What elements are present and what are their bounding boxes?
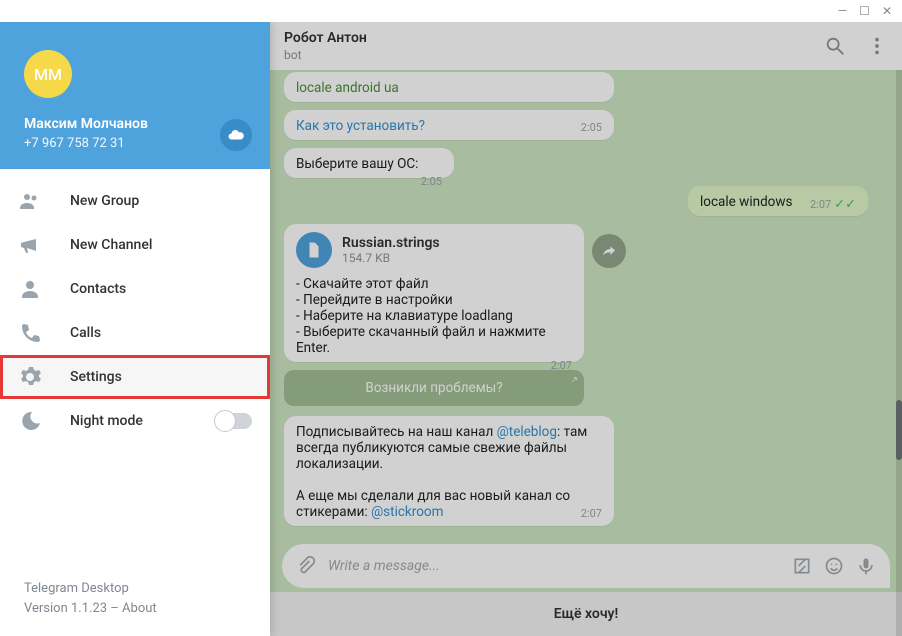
file-size: 154.7 KB xyxy=(342,251,440,265)
menu-item-settings[interactable]: Settings xyxy=(0,355,270,399)
menu-label: Settings xyxy=(70,369,122,385)
app-version[interactable]: Version 1.1.23 – About xyxy=(24,599,246,619)
menu-label: New Channel xyxy=(70,237,152,253)
bot-command-icon[interactable] xyxy=(792,556,812,576)
menu-item-night-mode[interactable]: Night mode xyxy=(0,399,270,443)
message-time: 2:07✓✓ xyxy=(810,197,856,212)
user-name: Максим Молчанов xyxy=(24,116,246,132)
message-text: А еще мы сделали для вас новый канал со … xyxy=(296,488,570,520)
cloud-icon xyxy=(227,126,245,144)
window-maximize[interactable]: ☐ xyxy=(859,4,870,18)
phone-icon xyxy=(18,321,42,345)
menu-label: New Group xyxy=(70,193,139,209)
message-time: 2:05 xyxy=(581,121,602,134)
bot-inline-button[interactable]: Возникли проблемы? xyxy=(284,370,584,406)
menu-item-calls[interactable]: Calls xyxy=(0,311,270,355)
scrollbar-track[interactable] xyxy=(896,70,902,636)
menu-label: Contacts xyxy=(70,281,126,297)
chat-title[interactable]: Робот Антон xyxy=(284,30,367,46)
chat-subtitle: bot xyxy=(284,48,367,62)
message-text: - Скачайте этот файл - Перейдите в настр… xyxy=(296,276,572,356)
mic-icon[interactable] xyxy=(856,556,876,576)
user-phone: +7 967 758 72 31 xyxy=(24,136,246,151)
megaphone-icon xyxy=(18,233,42,257)
drawer-footer: Telegram Desktop Version 1.1.23 – About xyxy=(0,561,270,636)
avatar[interactable]: ММ xyxy=(24,50,72,98)
message-text: locale android ua xyxy=(296,80,399,96)
message-in-code[interactable]: locale android ua xyxy=(284,72,614,102)
message-text: Подписывайтесь на наш канал @teleblog: т… xyxy=(296,424,587,472)
message-time: 2:07 xyxy=(581,507,602,520)
message-in[interactable]: Выберите вашу ОС: 2:05 xyxy=(284,148,454,178)
file-download-icon[interactable] xyxy=(296,232,332,268)
message-text: Выберите вашу ОС: xyxy=(296,156,418,172)
drawer-menu: ММ Максим Молчанов +7 967 758 72 31 New … xyxy=(0,22,270,636)
menu-label: Calls xyxy=(70,325,101,341)
read-checks-icon: ✓✓ xyxy=(834,197,856,212)
night-mode-toggle[interactable] xyxy=(216,413,252,429)
mention-link[interactable]: @teleblog xyxy=(497,424,557,440)
message-link[interactable]: Как это установить? xyxy=(296,118,425,134)
external-icon xyxy=(568,376,578,386)
saved-messages-button[interactable] xyxy=(220,119,252,151)
message-in-file[interactable]: Russian.strings 154.7 KB - Скачайте этот… xyxy=(284,224,584,362)
menu-label: Night mode xyxy=(70,413,143,429)
chat-header: Робот Антон bot xyxy=(270,22,902,70)
attach-icon[interactable] xyxy=(296,556,316,576)
chat-column: Робот Антон bot locale android ua Как эт… xyxy=(270,22,902,636)
composer-placeholder[interactable]: Write a message... xyxy=(328,558,780,574)
file-name: Russian.strings xyxy=(342,235,440,251)
menu-item-new-channel[interactable]: New Channel xyxy=(0,223,270,267)
search-icon[interactable] xyxy=(824,35,846,57)
emoji-icon[interactable] xyxy=(824,556,844,576)
menu-item-contacts[interactable]: Contacts xyxy=(0,267,270,311)
moon-icon xyxy=(18,409,42,433)
drawer-header: ММ Максим Молчанов +7 967 758 72 31 xyxy=(0,22,270,169)
window-minimize[interactable]: — xyxy=(838,4,847,18)
message-in[interactable]: Как это установить? 2:05 xyxy=(284,110,614,140)
message-composer[interactable]: Write a message... xyxy=(282,544,890,588)
group-icon xyxy=(18,189,42,213)
banner-label: Возникли проблемы? xyxy=(365,380,502,396)
bot-keyboard-button[interactable]: Ещё хочу! xyxy=(270,592,902,636)
message-out[interactable]: locale windows 2:07✓✓ xyxy=(688,186,868,216)
person-icon xyxy=(18,277,42,301)
mention-link[interactable]: @stickroom xyxy=(371,504,443,520)
message-time: 2:05 xyxy=(421,175,442,188)
window-close[interactable]: ✕ xyxy=(882,4,892,18)
message-in[interactable]: Подписывайтесь на наш канал @teleblog: т… xyxy=(284,416,614,526)
forward-button[interactable] xyxy=(592,234,626,268)
scrollbar-thumb[interactable] xyxy=(896,400,902,460)
message-text: locale windows xyxy=(700,194,793,210)
menu-item-new-group[interactable]: New Group xyxy=(0,179,270,223)
message-list: locale android ua Как это установить? 2:… xyxy=(270,70,902,534)
app-name: Telegram Desktop xyxy=(24,579,246,599)
more-icon[interactable] xyxy=(866,35,888,57)
message-time: 2:07 xyxy=(551,359,572,372)
gear-icon xyxy=(18,365,42,389)
